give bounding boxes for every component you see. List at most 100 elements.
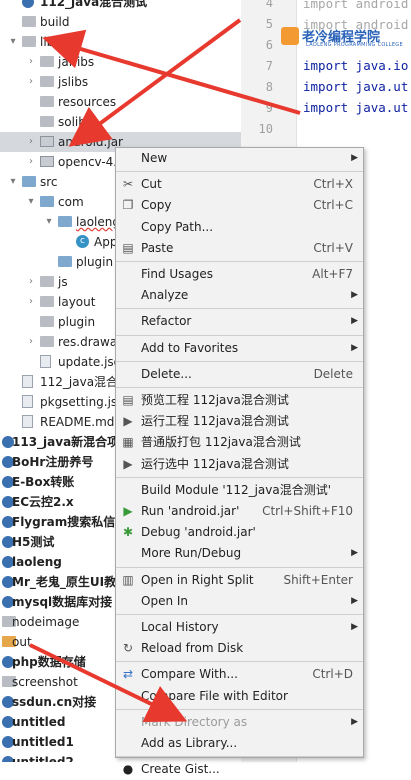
module-icon — [22, 0, 34, 8]
menu-item-label: Create Gist... — [141, 762, 220, 777]
chevron-right-icon[interactable]: › — [26, 152, 36, 172]
reload-icon: ↻ — [122, 641, 134, 656]
tree-item-label: Flygram搜索私信 — [12, 515, 116, 529]
menu-item-label: Copy Path... — [141, 219, 214, 234]
menu-item-label: More Run/Debug — [141, 546, 242, 561]
menu-item-open-in-right-split[interactable]: ▥ Open in Right Split Shift+Enter — [116, 570, 363, 591]
menu-item-create-gist[interactable]: ● Create Gist... — [116, 759, 363, 780]
tree-item-label: 112_java混合测试 — [40, 0, 148, 9]
menu-item-run-android-jar[interactable]: ▶ Run 'android.jar' Ctrl+Shift+F10 — [116, 501, 363, 522]
chevron-down-icon[interactable]: ▾ — [8, 172, 18, 192]
menu-item-label: Reload from Disk — [141, 641, 244, 656]
chevron-right-icon[interactable]: › — [26, 332, 36, 352]
menu-item-label: 预览工程 112java混合测试 — [141, 393, 289, 407]
tree-item-label: screenshot — [12, 675, 78, 689]
menu-item-label: Find Usages — [141, 267, 214, 281]
menu-item-debug-android-jar[interactable]: ✱ Debug 'android.jar' — [116, 522, 363, 543]
chevron-down-icon[interactable]: ▾ — [8, 32, 18, 52]
file-icon — [22, 375, 33, 388]
run-selected-icon: ▶ — [123, 456, 133, 471]
tree-item[interactable]: build — [0, 12, 241, 32]
menu-item-new[interactable]: New ▶ — [116, 148, 363, 169]
menu-item-delete[interactable]: Delete... Delete — [116, 364, 363, 385]
submenu-arrow-icon: ▶ — [351, 316, 358, 327]
tree-item-label: EC云控2.x — [12, 495, 74, 509]
menu-item-reload-from-disk[interactable]: ↻ Reload from Disk — [116, 638, 363, 659]
menu-item-label: Open In — [141, 593, 189, 608]
menu-item-mark-directory-as: Mark Directory as ▶ — [116, 712, 363, 733]
menu-item-open-in[interactable]: Open In ▶ — [116, 591, 363, 612]
chevron-right-icon[interactable]: › — [26, 52, 36, 72]
menu-item-112java[interactable]: ▶ 运行工程 112java混合测试 — [116, 411, 363, 432]
chevron-down-icon[interactable]: ▾ — [44, 212, 54, 232]
folder-icon — [22, 36, 36, 47]
menu-item-112java[interactable]: ▶ 运行选中 112java混合测试 — [116, 454, 363, 475]
folder-icon — [40, 276, 54, 287]
menu-item-cut[interactable]: ✂ Cut Ctrl+X — [116, 174, 363, 195]
menu-item-more-run-debug[interactable]: More Run/Debug ▶ — [116, 543, 363, 564]
tree-item-label: plugin — [58, 315, 96, 329]
menu-separator — [116, 360, 363, 362]
menu-separator — [116, 308, 363, 310]
menu-item-112java[interactable]: ▦ 普通版打包 112java混合测试 — [116, 432, 363, 453]
menu-separator — [116, 614, 363, 615]
menu-separator — [116, 708, 363, 710]
menu-item-copy-path[interactable]: Copy Path... — [116, 217, 363, 238]
tree-item-label: solibs — [58, 115, 93, 129]
run-icon: ▶ — [123, 504, 133, 518]
menu-item-shortcut: Ctrl+D — [312, 667, 353, 682]
submenu-arrow-icon: ▶ — [351, 548, 358, 559]
tree-item[interactable]: resources — [0, 92, 241, 112]
menu-item-build-module-112-java[interactable]: Build Module '112_java混合测试' — [116, 480, 363, 501]
menu-item-label: Add to Favorites — [141, 340, 239, 355]
chevron-right-icon[interactable]: › — [26, 72, 36, 92]
folder-icon — [40, 316, 54, 327]
submenu-arrow-icon: ▶ — [351, 153, 358, 163]
chevron-right-icon[interactable]: › — [26, 292, 36, 312]
tree-item[interactable]: › jarlibs — [0, 52, 241, 72]
menu-item-add-as-library[interactable]: Add as Library... — [116, 733, 363, 754]
chevron-right-icon[interactable]: › — [26, 132, 36, 152]
package-icon — [58, 256, 72, 267]
menu-separator — [116, 387, 363, 388]
code-line: import java.io — [303, 58, 409, 74]
line-number: 7 — [265, 59, 273, 73]
menu-item-shortcut: Ctrl+Shift+F10 — [262, 504, 353, 518]
menu-item-refactor[interactable]: Refactor ▶ — [116, 311, 363, 332]
menu-item-label: Debug 'android.jar' — [141, 525, 256, 540]
submenu-arrow-icon: ▶ — [351, 622, 358, 632]
menu-item-112java[interactable]: ▤ 预览工程 112java混合测试 — [116, 390, 363, 411]
code-line: import java.ut — [303, 100, 409, 115]
folder-icon — [40, 56, 54, 67]
menu-item-label: Mark Directory as — [141, 714, 248, 729]
menu-item-copy[interactable]: ❐ Copy Ctrl+C — [116, 195, 363, 216]
tree-item[interactable]: ▾ libs — [0, 32, 241, 52]
tree-item-label: E-Box转账 — [12, 475, 75, 489]
tree-item[interactable]: solibs — [0, 112, 241, 132]
menu-item-find-usages[interactable]: Find Usages Alt+F7 — [116, 264, 363, 285]
menu-item-local-history[interactable]: Local History ▶ — [116, 617, 363, 638]
menu-separator — [116, 171, 363, 173]
menu-separator — [116, 661, 363, 663]
preview-icon: ▤ — [122, 393, 134, 407]
menu-item-add-to-favorites[interactable]: Add to Favorites ▶ — [116, 338, 363, 359]
menu-item-paste[interactable]: ▤ Paste Ctrl+V — [116, 238, 363, 259]
menu-item-analyze[interactable]: Analyze ▶ — [116, 285, 363, 306]
jar-icon — [40, 156, 54, 167]
package-icon — [40, 196, 54, 207]
tree-item[interactable]: 112_java混合测试 — [0, 0, 241, 12]
tree-item-label: com — [58, 195, 84, 209]
compare-icon: ⇄ — [122, 667, 134, 682]
tree-item-label: layout — [58, 295, 96, 309]
paste-icon: ▤ — [122, 240, 134, 255]
tree-item-label: untitled1 — [12, 735, 74, 749]
tree-item[interactable]: › jslibs — [0, 72, 241, 92]
chevron-down-icon[interactable]: ▾ — [26, 192, 36, 212]
submenu-arrow-icon: ▶ — [351, 290, 358, 301]
scissors-icon: ✂ — [122, 177, 134, 192]
menu-item-compare-file-with-editor[interactable]: Compare File with Editor — [116, 686, 363, 707]
menu-item-compare-with[interactable]: ⇄ Compare With... Ctrl+D — [116, 664, 363, 685]
menu-item-label: Build Module '112_java混合测试' — [141, 482, 332, 497]
chevron-right-icon[interactable]: › — [26, 272, 36, 292]
tree-item-label: laoleng — [12, 555, 62, 569]
